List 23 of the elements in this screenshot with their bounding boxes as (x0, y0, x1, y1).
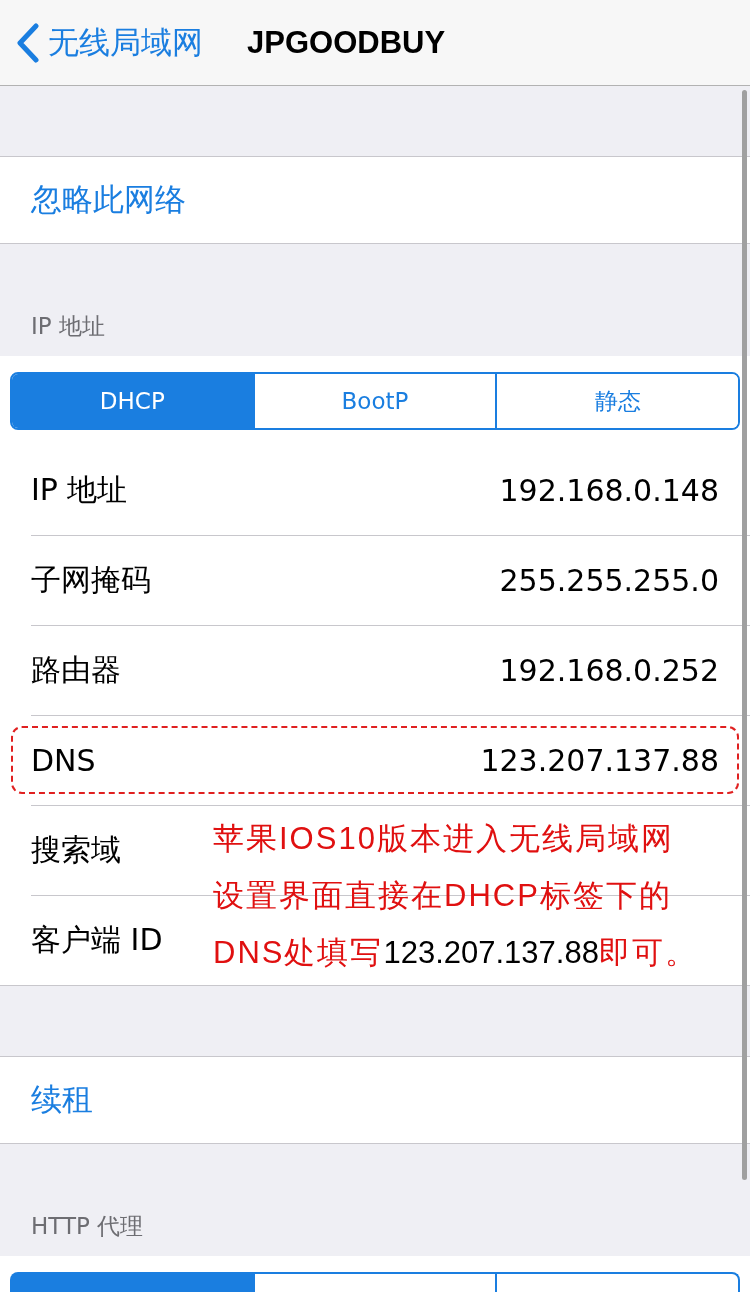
row-value: 192.168.0.148 (499, 472, 719, 508)
forget-network-link[interactable]: 忽略此网络 (31, 179, 186, 221)
row-label: 搜索域 (31, 831, 121, 869)
row-value: 192.168.0.252 (499, 653, 719, 688)
row-value: 123.207.137.88 (480, 743, 719, 778)
segment-tab[interactable] (254, 1272, 498, 1292)
renew-lease-cell[interactable]: 续租 (0, 1056, 750, 1144)
row-label: IP 地址 (31, 470, 128, 509)
back-button[interactable]: 无线局域网 (0, 21, 203, 64)
nav-title: JPGOODBUY (247, 24, 446, 61)
renew-lease-link[interactable]: 续租 (31, 1079, 93, 1121)
row-value: 255.255.255.0 (499, 563, 719, 598)
chevron-left-icon (16, 22, 40, 63)
row-label: 子网掩码 (31, 561, 151, 599)
forget-network-cell[interactable]: 忽略此网络 (0, 156, 750, 244)
section-header: HTTP 代理 (31, 1212, 144, 1241)
section-header: IP 地址 (31, 312, 105, 341)
row-label: 路由器 (31, 651, 121, 689)
row-label: 客户端 ID (31, 921, 163, 959)
segment-tab[interactable]: DHCP (12, 374, 255, 428)
segment-tab[interactable] (497, 1272, 740, 1292)
annotation-text: 苹果IOS10版本进入无线局域网设置界面直接在DHCP标签下的DNS处填写 123.207.137.88即可。 (213, 820, 699, 972)
row-label: DNS (31, 743, 96, 778)
